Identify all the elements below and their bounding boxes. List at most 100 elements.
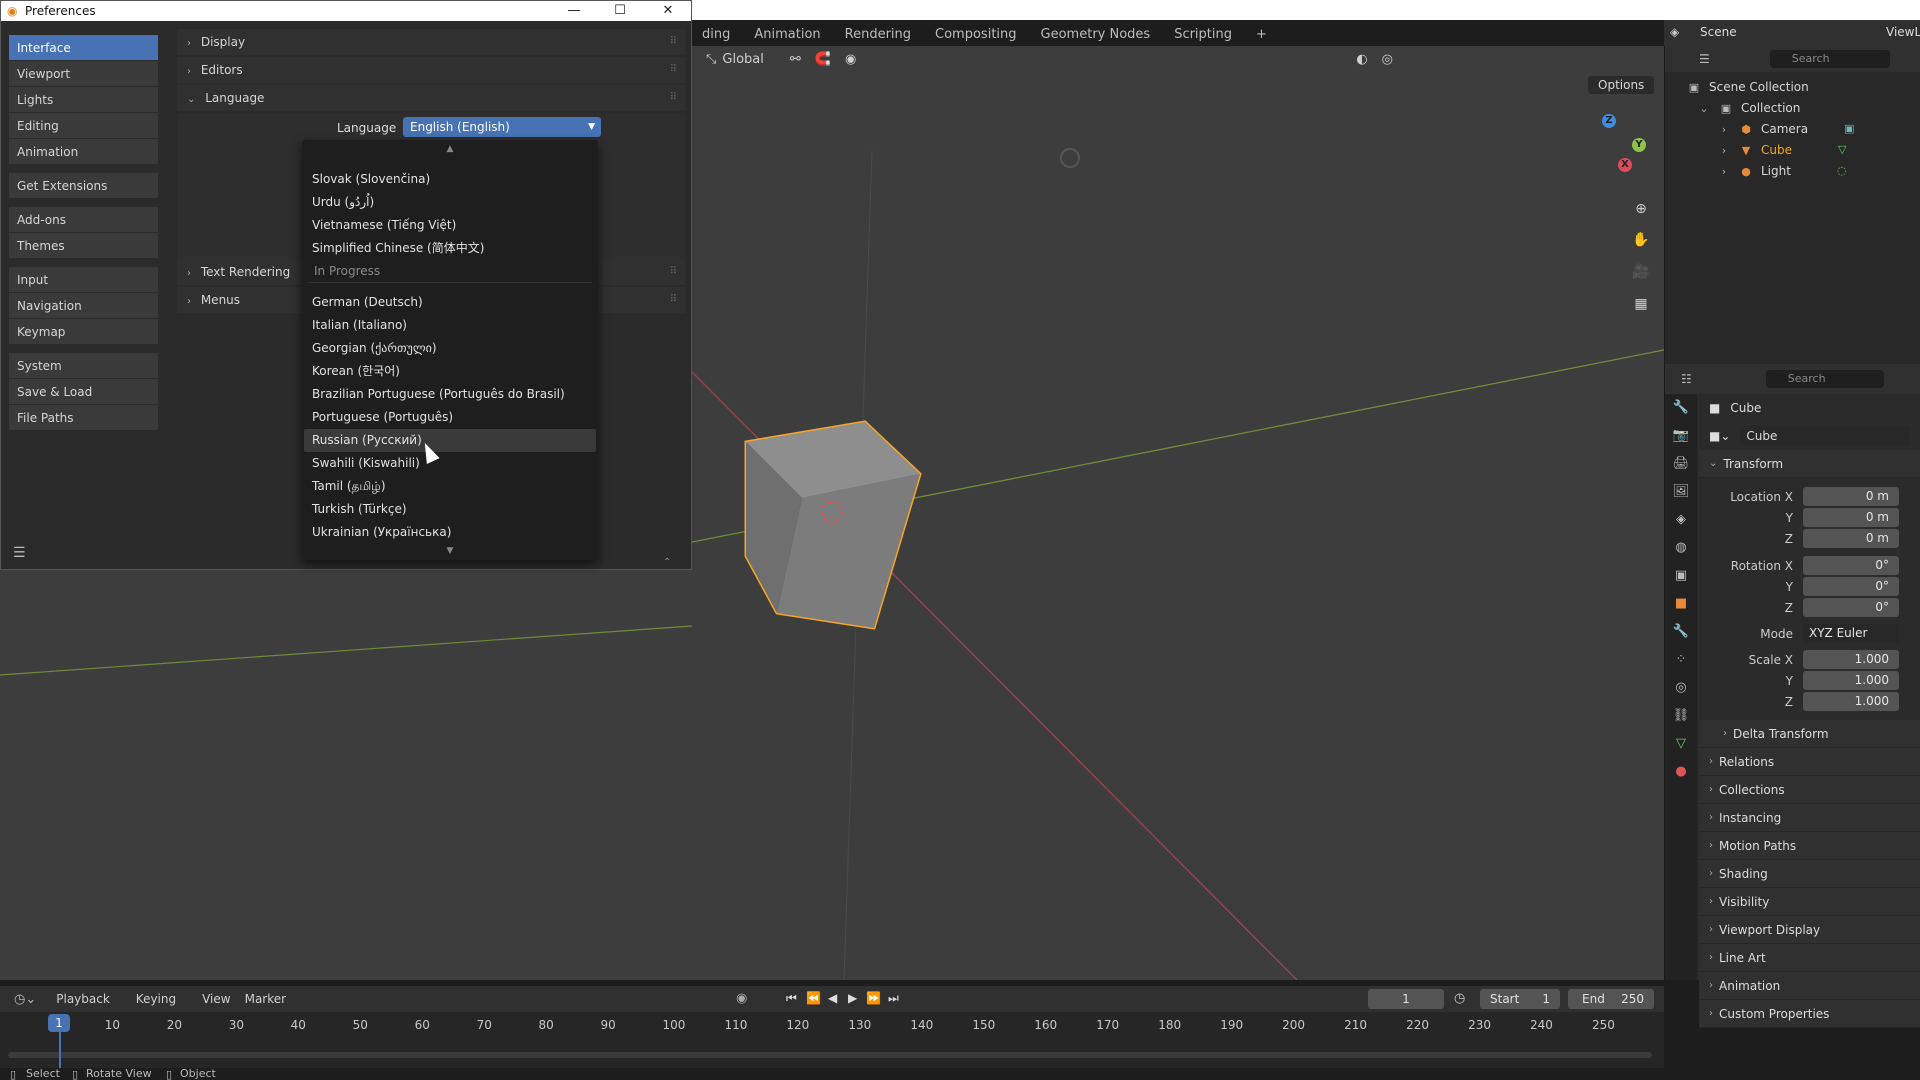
scale-z-field[interactable]: 1.000 — [1803, 692, 1899, 711]
tab-animation[interactable]: Animation — [744, 24, 830, 45]
play-reverse-icon[interactable]: ◀ — [828, 991, 837, 1005]
outliner-row-camera[interactable]: › ⬢ Camera ▣ — [1665, 118, 1920, 139]
scroll-up-icon[interactable]: ▲ — [302, 142, 598, 156]
shading-solid-icon[interactable]: ◐ — [1356, 52, 1367, 67]
collapse-icon[interactable]: ⌃ — [663, 557, 671, 568]
rotation-mode-select[interactable]: XYZ Euler — [1803, 624, 1899, 643]
add-workspace-button[interactable]: + — [1246, 24, 1277, 45]
nav-file-paths[interactable]: File Paths — [9, 405, 158, 431]
preview-range-icon[interactable]: ◷ — [1454, 991, 1465, 1006]
render-tab-icon[interactable]: 📷 — [1665, 422, 1697, 450]
current-frame-field[interactable]: 1 — [1368, 989, 1444, 1009]
dropdown-item[interactable]: Simplified Chinese (简体中文) — [304, 237, 596, 260]
pivot-icon[interactable]: ⚯ — [790, 52, 801, 67]
scale-x-field[interactable]: 1.000 — [1803, 650, 1899, 669]
hamburger-menu-icon[interactable]: ☰ — [13, 545, 26, 561]
delta-transform-panel-header[interactable]: › Delta Transform — [1699, 720, 1920, 748]
nav-viewport[interactable]: Viewport — [9, 61, 158, 87]
view-layer-selector[interactable]: ViewL — [1886, 25, 1920, 39]
object-name-field[interactable]: Cube — [1740, 426, 1911, 446]
dropdown-item[interactable]: Slovak (Slovenčina) — [304, 168, 596, 191]
close-button[interactable]: ✕ — [645, 1, 691, 21]
dropdown-item[interactable]: Brazilian Portuguese (Português do Brasi… — [304, 383, 596, 406]
gizmo-z-axis[interactable]: Z — [1602, 114, 1616, 128]
maximize-button[interactable]: ☐ — [597, 1, 643, 21]
timeline-area[interactable]: 1 10 20 30 40 50 60 70 80 90 100 110 120 130 140 150 16… — [0, 1012, 1664, 1068]
line-art-panel-header[interactable]: › Line Art — [1699, 944, 1920, 972]
3d-viewport[interactable] — [692, 46, 1664, 980]
dropdown-item[interactable]: Italian (Italiano) — [304, 314, 596, 337]
nav-get-extensions[interactable]: Get Extensions — [9, 173, 158, 199]
dropdown-item[interactable]: Turkish (Türkçe) — [304, 498, 596, 521]
material-tab-icon[interactable]: ● — [1665, 758, 1697, 786]
grip-icon[interactable]: ⠿ — [670, 29, 677, 55]
grip-icon[interactable]: ⠿ — [670, 57, 677, 83]
dropdown-item[interactable]: Urdu (اُردُو) — [304, 191, 596, 214]
collection-tab-icon[interactable]: ▣ — [1665, 562, 1697, 590]
gizmo-y-axis[interactable]: Y — [1632, 138, 1646, 152]
outliner-row-scene-collection[interactable]: ▣ Scene Collection — [1665, 76, 1920, 97]
nav-system[interactable]: System — [9, 353, 158, 379]
timeline-editor-icon[interactable]: ◷⌄ — [14, 992, 36, 1007]
scale-y-field[interactable]: 1.000 — [1803, 671, 1899, 690]
zoom-icon[interactable]: ⊕ — [1630, 198, 1652, 220]
section-editors[interactable]: › Editors ⠿ — [177, 57, 685, 83]
pan-hand-icon[interactable]: ✋ — [1630, 229, 1652, 251]
outliner-display-icon[interactable]: ☰ — [1699, 52, 1710, 66]
output-tab-icon[interactable]: 🖨 — [1665, 450, 1697, 478]
overlay-icon[interactable]: ◎ — [1382, 52, 1393, 67]
grip-icon[interactable]: ⠿ — [670, 287, 677, 313]
section-display[interactable]: › Display ⠿ — [177, 29, 685, 55]
dropdown-item[interactable]: German (Deutsch) — [304, 291, 596, 314]
start-frame-field[interactable]: Start 1 — [1480, 989, 1560, 1009]
nav-navigation[interactable]: Navigation — [9, 293, 158, 319]
scroll-down-icon[interactable]: ▼ — [302, 544, 598, 558]
relations-panel-header[interactable]: › Relations — [1699, 748, 1920, 776]
nav-keymap[interactable]: Keymap — [9, 319, 158, 345]
dropdown-item[interactable]: Ukrainian (Українська) — [304, 521, 596, 544]
tab-compositing[interactable]: Compositing — [925, 24, 1027, 45]
nav-addons[interactable]: Add-ons — [9, 207, 158, 233]
outliner-row-cube[interactable]: › ▼ Cube ▽ — [1665, 139, 1920, 160]
object-tab-icon[interactable]: ■ — [1665, 590, 1697, 618]
options-button[interactable]: Options — [1588, 76, 1655, 94]
dropdown-item[interactable]: Georgian (ქართული) — [304, 337, 596, 360]
scene-tab-icon[interactable]: ◈ — [1665, 506, 1697, 534]
nav-animation[interactable]: Animation — [9, 139, 158, 165]
dropdown-item[interactable]: Portuguese (Português) — [304, 406, 596, 429]
scene-selector[interactable]: Scene — [1700, 25, 1737, 39]
grip-icon[interactable]: ⠿ — [670, 85, 677, 111]
motion-paths-panel-header[interactable]: › Motion Paths — [1699, 832, 1920, 860]
visibility-panel-header[interactable]: › Visibility — [1699, 888, 1920, 916]
constraints-tab-icon[interactable]: ⛓ — [1665, 702, 1697, 730]
physics-tab-icon[interactable]: ◎ — [1665, 674, 1697, 702]
grip-icon[interactable]: ⠿ — [670, 259, 677, 285]
location-z-field[interactable]: 0 m — [1803, 529, 1899, 548]
data-tab-icon[interactable]: ▽ — [1665, 730, 1697, 758]
timeline-scrollbar[interactable] — [8, 1052, 1652, 1058]
nav-save-load[interactable]: Save & Load — [9, 379, 158, 405]
jump-keyframe-forward-icon[interactable]: ⏩ — [866, 991, 881, 1005]
outliner-row-collection[interactable]: ⌄ ▣ Collection — [1665, 97, 1920, 118]
tool-tab-icon[interactable]: 🔧 — [1665, 394, 1697, 422]
record-icon[interactable]: ◉ — [736, 991, 747, 1006]
viewport-left-area[interactable] — [0, 570, 692, 980]
shading-panel-header[interactable]: › Shading — [1699, 860, 1920, 888]
dropdown-item[interactable]: Swahili (Kiswahili) — [304, 452, 596, 475]
playhead-frame-marker[interactable]: 1 — [48, 1014, 70, 1032]
viewport-display-panel-header[interactable]: › Viewport Display — [1699, 916, 1920, 944]
outliner-search-input[interactable]: Search — [1769, 50, 1890, 68]
jump-end-icon[interactable]: ⏭ — [888, 991, 899, 1006]
nav-editing[interactable]: Editing — [9, 113, 158, 139]
object-browse-icon[interactable]: ■⌄ — [1709, 429, 1730, 443]
view-layer-tab-icon[interactable]: 🖼 — [1665, 478, 1697, 506]
outliner-row-light[interactable]: › ● Light ◌ — [1665, 160, 1920, 181]
particles-tab-icon[interactable]: ⁘ — [1665, 646, 1697, 674]
jump-start-icon[interactable]: ⏮ — [786, 991, 797, 1006]
snap-icon[interactable]: 🧲 — [815, 52, 831, 67]
dropdown-item-highlighted[interactable]: Russian (Русский) — [304, 429, 596, 452]
properties-search-input[interactable]: Search — [1765, 370, 1884, 388]
world-tab-icon[interactable]: ◍ — [1665, 534, 1697, 562]
nav-interface[interactable]: Interface — [9, 35, 158, 61]
view-menu[interactable]: View — [202, 992, 230, 1006]
